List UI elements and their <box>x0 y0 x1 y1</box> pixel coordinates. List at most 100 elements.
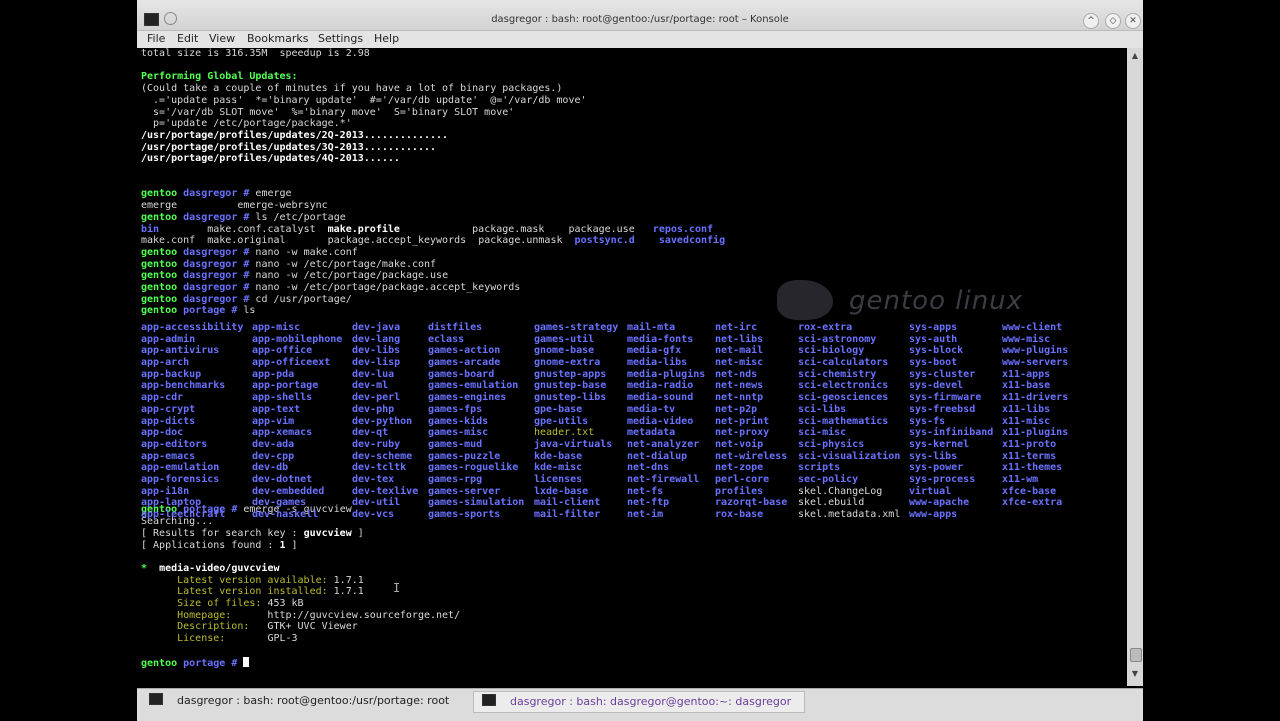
prompt-host: gentoo <box>141 258 178 270</box>
menu-edit[interactable]: Edit <box>177 32 198 45</box>
listing-entry: app-accessibility <box>141 322 244 333</box>
listing-entry: x11-base <box>1002 380 1051 392</box>
listing-entry: app-pda <box>252 368 295 380</box>
listing-entry: gnustep-base <box>534 380 607 392</box>
listing-entry: app-emacs <box>141 450 196 462</box>
listing-entry: dev-dotnet <box>252 473 313 485</box>
listing-entry: dev-perl <box>352 392 401 404</box>
prompt-dir: dasgregor <box>183 293 238 305</box>
menu-settings[interactable]: Settings <box>318 32 363 45</box>
listing-entry: games-util <box>534 333 595 345</box>
results-suffix: ] <box>351 527 364 539</box>
listing-entry: dev-texlive <box>352 485 419 497</box>
terminal-area[interactable]: gentoo linux total size is 316.35M speed… <box>137 48 1127 686</box>
listing-entry: media-tv <box>627 403 676 415</box>
listing-entry: app-i18n <box>141 485 190 497</box>
prompt-host: gentoo <box>141 305 178 317</box>
listing-entry: eclass <box>428 333 465 345</box>
listing-entry: games-kids <box>428 415 489 427</box>
scroll-thumb[interactable] <box>1130 648 1142 662</box>
command: ls /etc/portage <box>249 211 346 223</box>
menu-help[interactable]: Help <box>374 32 399 45</box>
scrollbar[interactable]: ▲ ▼ <box>1127 48 1143 686</box>
listing-entry: dev-lisp <box>352 357 401 369</box>
listing-entry: sec-policy <box>798 473 859 485</box>
listing-column: rox-extra sci-astronomy sci-biology sci-cal… <box>798 322 900 521</box>
listing-entry: x11-libs <box>1002 403 1051 415</box>
file: package.unmask <box>478 235 563 247</box>
menu-view[interactable]: View <box>209 32 235 45</box>
listing-entry: sci-physics <box>798 438 865 450</box>
prompt-hash: # <box>231 657 238 669</box>
menu-bookmarks[interactable]: Bookmarks <box>247 32 308 45</box>
listing-entry: app-antivirus <box>141 345 220 357</box>
listing-entry: mail-filter <box>534 509 601 520</box>
prompt-host: gentoo <box>141 293 178 305</box>
listing-entry: gnustep-apps <box>534 368 607 380</box>
tab-root-session[interactable]: dasgregor : bash: root@gentoo:/usr/porta… <box>141 691 471 711</box>
listing-entry: www-misc <box>1002 333 1051 345</box>
scroll-up-arrow-icon[interactable]: ▲ <box>1129 50 1141 62</box>
listing-entry: games-server <box>428 485 501 497</box>
listing-entry: games-engines <box>428 392 507 404</box>
file: make.original <box>207 235 286 247</box>
listing-entry: dev-games <box>252 497 307 509</box>
listing-entry: sys-devel <box>909 380 964 392</box>
listing-entry: sys-infiniband <box>909 427 994 439</box>
scroll-down-arrow-icon[interactable]: ▼ <box>1129 668 1141 680</box>
listing-entry: sci-biology <box>798 345 865 357</box>
value: 1.7.1 <box>327 586 364 598</box>
listing-entry: app-office <box>252 345 313 357</box>
listing-entry: app-crypt <box>141 403 196 415</box>
terminal-tab-icon <box>482 694 496 706</box>
tab-user-session[interactable]: dasgregor : bash: dasgregor@gentoo:~: da… <box>473 691 805 713</box>
listing-entry: net-libs <box>715 333 764 345</box>
listing-entry: games-action <box>428 345 501 357</box>
listing-entry: games-board <box>428 368 495 380</box>
listing-entry: net-voip <box>715 438 764 450</box>
label: Description: <box>141 621 250 633</box>
line: s='/var/db SLOT move' %='binary move' S=… <box>141 106 515 118</box>
maximize-button[interactable]: ◇ <box>1105 13 1121 29</box>
listing-entry: skel.ebuild <box>798 497 865 509</box>
listing-entry: sci-misc <box>798 427 847 439</box>
listing-entry: app-leechcraft <box>141 509 226 520</box>
listing-entry: sci-geosciences <box>798 392 889 404</box>
menu-file[interactable]: File <box>147 32 165 45</box>
listing-entry: media-fonts <box>627 333 694 345</box>
listing-entry: games-rpg <box>428 473 483 485</box>
listing-entry: media-plugins <box>627 368 706 380</box>
listing-entry: sys-auth <box>909 333 958 345</box>
listing-entry: dev-db <box>252 462 289 474</box>
listing-entry: app-admin <box>141 333 196 345</box>
title-bar[interactable]: dasgregor : bash: root@gentoo:/usr/porta… <box>137 0 1143 31</box>
listing-entry: games-sports <box>428 509 501 520</box>
listing-entry: gnustep-libs <box>534 392 607 404</box>
prompt-host: gentoo <box>141 211 178 223</box>
label: License: <box>141 633 226 645</box>
file: package.use <box>568 223 635 235</box>
listing-entry: www-servers <box>1002 357 1069 369</box>
ibeam-cursor-icon: I <box>393 581 401 595</box>
minimize-button[interactable]: ^ <box>1083 13 1099 29</box>
value: http://guvcview.sourceforge.net/ <box>231 609 461 621</box>
command: nano -w /etc/portage/make.conf <box>249 258 437 270</box>
listing-entry: razorqt-base <box>715 497 788 509</box>
listing-entry: media-video <box>627 415 694 427</box>
prompt-host: gentoo <box>141 270 178 282</box>
prompt-dir: dasgregor <box>183 246 238 258</box>
search-key: guvcview <box>303 527 352 539</box>
file: make.conf <box>141 235 196 247</box>
label: Latest version installed: <box>141 586 328 598</box>
listing-entry: gpe-utils <box>534 415 589 427</box>
close-button[interactable]: ✕ <box>1125 13 1141 29</box>
file: package.accept_keywords <box>327 235 467 247</box>
listing-column: distfiles eclass games-action games-arcade g… <box>428 322 524 521</box>
listing-entry: sci-astronomy <box>798 333 877 345</box>
file: postsync.d <box>574 235 635 247</box>
listing-entry: sys-fs <box>909 415 946 427</box>
listing-entry: net-dns <box>627 462 670 474</box>
listing-entry: app-emulation <box>141 462 220 474</box>
line: p='update /etc/portage/package.*' <box>141 118 352 130</box>
line: total size is 316.35M speedup is 2.98 <box>141 48 370 59</box>
